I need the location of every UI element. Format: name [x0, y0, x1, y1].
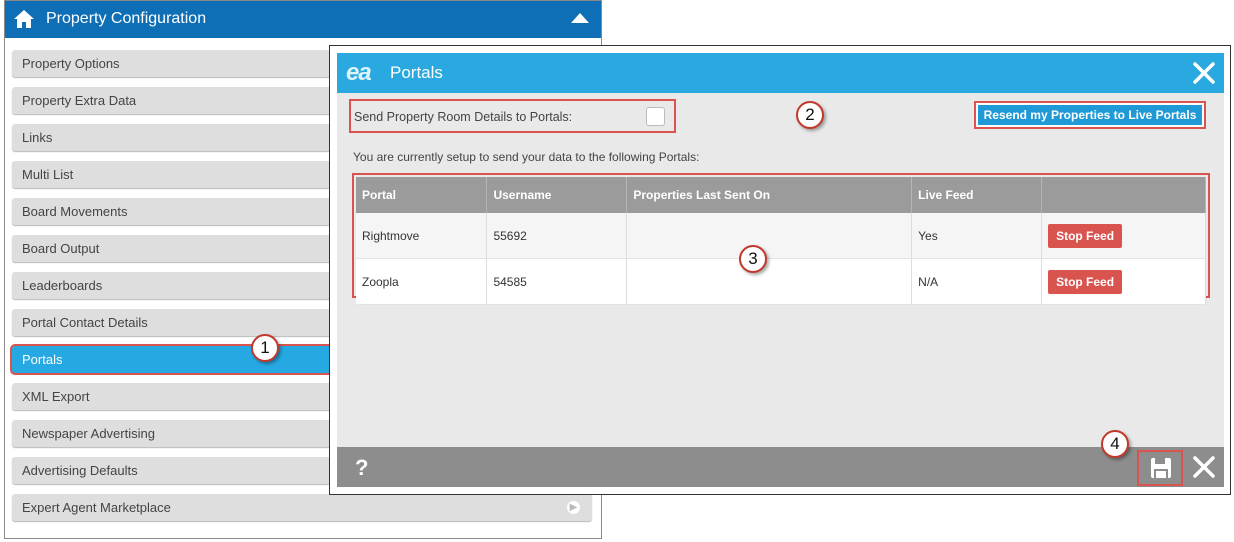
- stop-feed-button[interactable]: Stop Feed: [1048, 269, 1123, 294]
- send-room-details-group: Send Property Room Details to Portals:: [349, 99, 676, 133]
- resend-highlight: Resend my Properties to Live Portals: [974, 101, 1206, 129]
- callout-1: 1: [251, 334, 279, 362]
- save-icon[interactable]: [1150, 457, 1172, 479]
- cell-last-sent: [626, 213, 913, 259]
- resend-properties-button[interactable]: Resend my Properties to Live Portals: [978, 105, 1202, 125]
- portals-intro-text: You are currently setup to send your dat…: [353, 150, 700, 164]
- portals-table-highlight: Portal Username Properties Last Sent On …: [352, 173, 1210, 305]
- close-icon[interactable]: [1192, 61, 1216, 85]
- cell-username: 54585: [486, 258, 628, 305]
- menu-item-expert-agent-marketplace[interactable]: Expert Agent Marketplace ▶: [12, 494, 592, 521]
- table-header-row: Portal Username Properties Last Sent On …: [356, 177, 1206, 213]
- column-header-username[interactable]: Username: [486, 177, 628, 213]
- arrow-right-icon[interactable]: ▶: [567, 501, 580, 514]
- modal-body: Send Property Room Details to Portals: R…: [337, 93, 1224, 447]
- cell-portal: Rightmove: [356, 213, 488, 259]
- modal-title: Portals: [390, 63, 443, 82]
- modal-header: ea Portals: [337, 53, 1224, 93]
- send-room-details-label: Send Property Room Details to Portals:: [354, 110, 573, 124]
- close-icon[interactable]: [1192, 455, 1216, 479]
- stop-feed-button[interactable]: Stop Feed: [1048, 223, 1123, 248]
- column-header-action: [1041, 177, 1206, 213]
- home-icon[interactable]: [13, 9, 35, 29]
- callout-4: 4: [1101, 430, 1129, 458]
- send-room-details-checkbox[interactable]: [646, 107, 665, 126]
- cell-username: 55692: [486, 213, 628, 259]
- panel-header[interactable]: Property Configuration: [5, 1, 601, 38]
- save-highlight: [1137, 450, 1183, 486]
- help-icon[interactable]: ?: [355, 455, 368, 481]
- cell-portal: Zoopla: [356, 258, 488, 305]
- cell-live-feed: Yes: [911, 213, 1043, 259]
- column-header-portal[interactable]: Portal: [356, 177, 488, 213]
- collapse-caret-icon[interactable]: [571, 13, 589, 23]
- cell-action: Stop Feed: [1041, 258, 1206, 305]
- panel-title: Property Configuration: [46, 10, 207, 27]
- modal-footer: ?: [337, 447, 1224, 487]
- portals-modal: ea Portals Send Property Room Details to…: [329, 45, 1231, 495]
- column-header-live-feed[interactable]: Live Feed: [911, 177, 1043, 213]
- table-row: Zoopla 54585 N/A Stop Feed: [356, 258, 1206, 305]
- callout-3: 3: [739, 245, 767, 273]
- cell-last-sent: [626, 258, 913, 305]
- cell-action: Stop Feed: [1041, 213, 1206, 259]
- table-row: Rightmove 55692 Yes Stop Feed: [356, 213, 1206, 259]
- portals-table: Portal Username Properties Last Sent On …: [356, 177, 1206, 305]
- ea-logo: ea: [346, 59, 372, 86]
- callout-2: 2: [796, 101, 824, 129]
- cell-live-feed: N/A: [911, 258, 1043, 305]
- column-header-last-sent[interactable]: Properties Last Sent On: [626, 177, 913, 213]
